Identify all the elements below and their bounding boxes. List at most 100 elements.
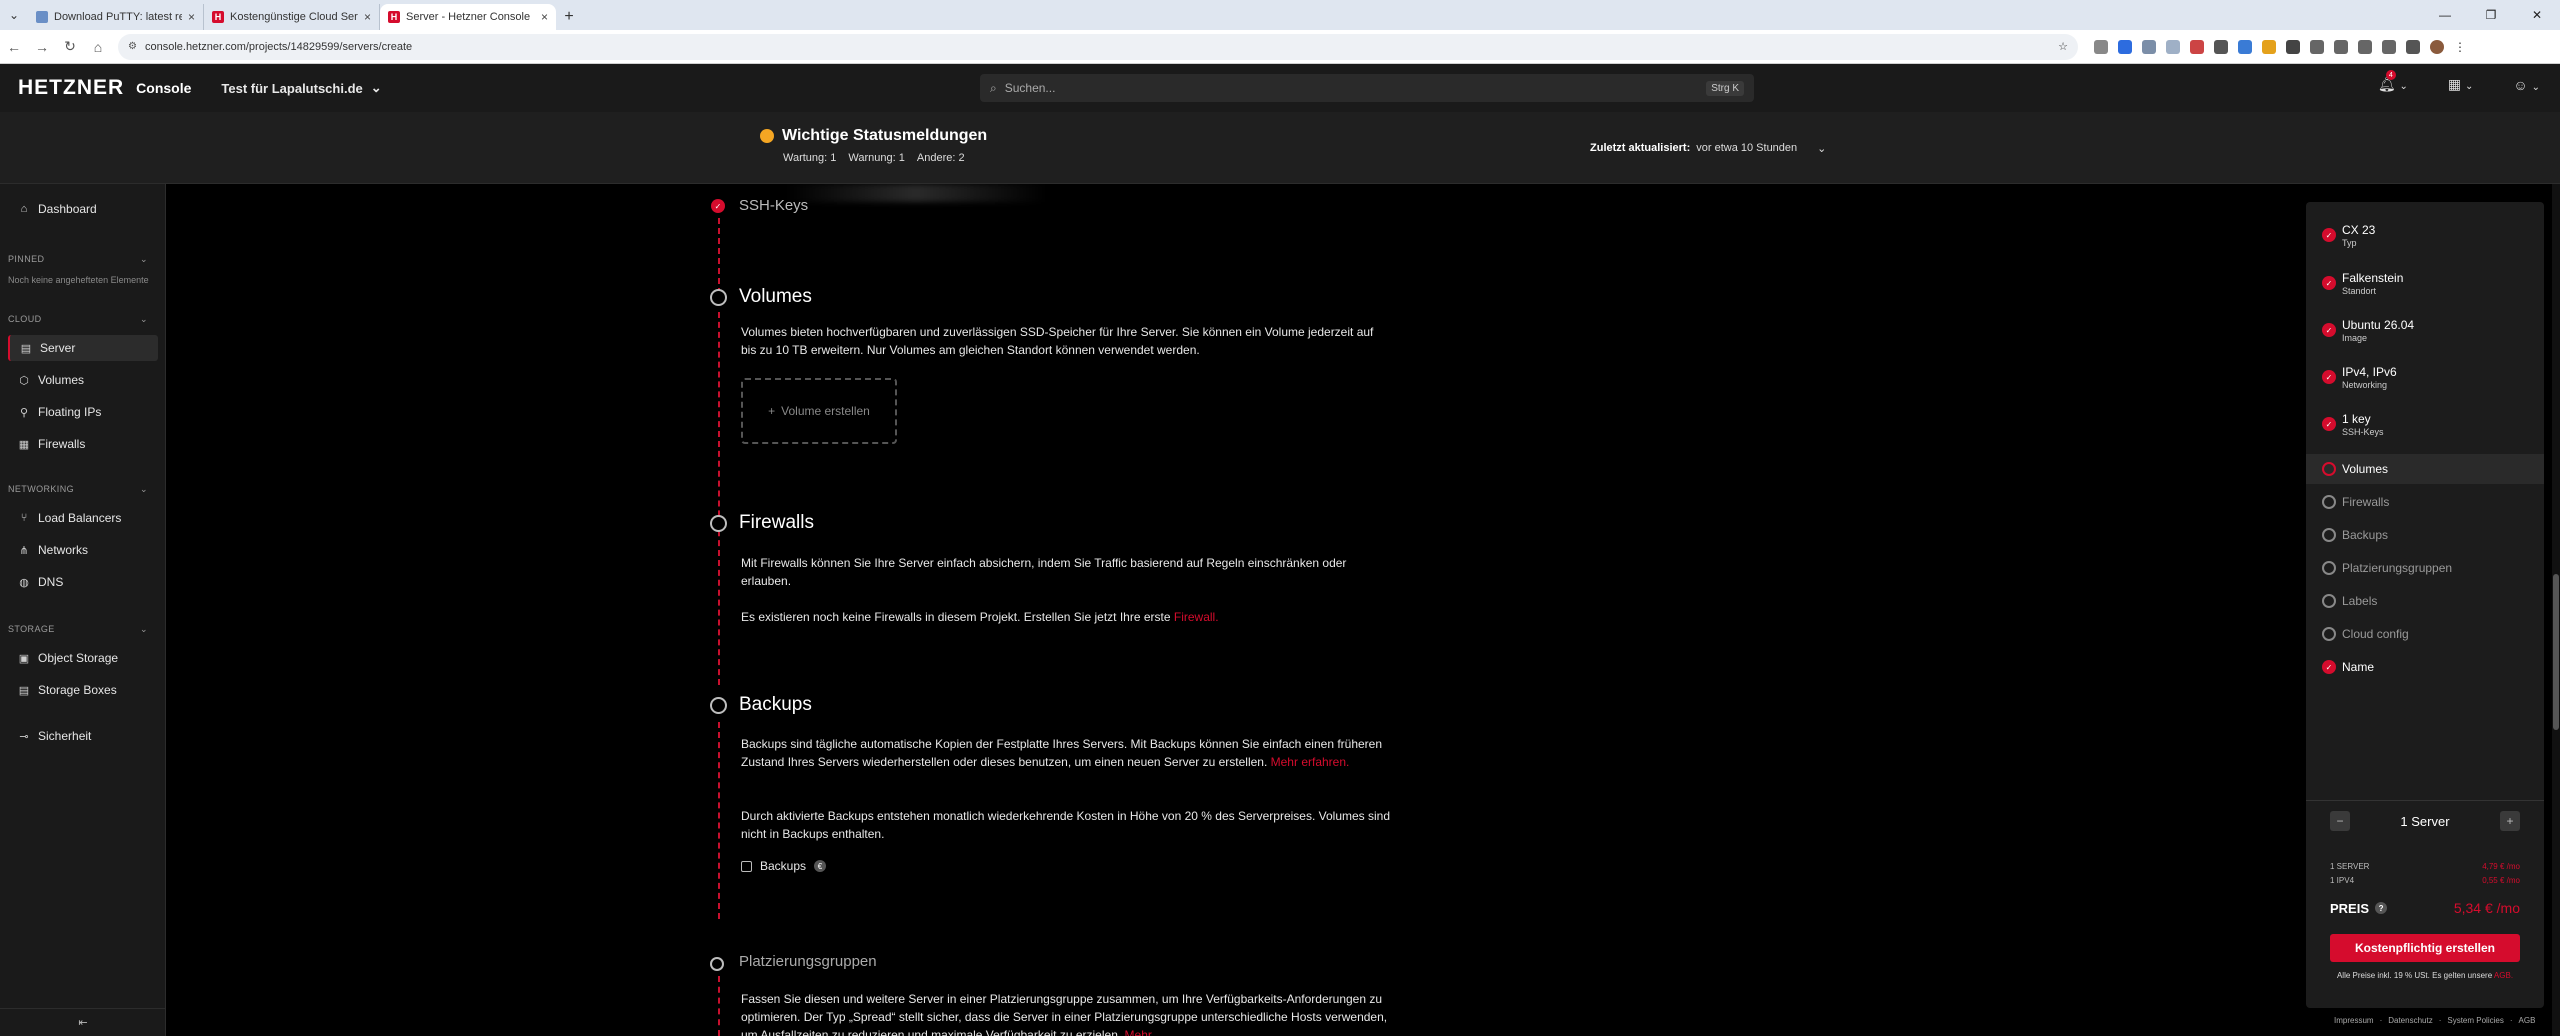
floating-ip-icon: ⚲ (19, 406, 29, 419)
info-icon[interactable]: € (814, 860, 827, 872)
summary-step-name[interactable]: ✓ Name (2306, 652, 2544, 682)
extension-icon[interactable] (2214, 39, 2228, 54)
footer-link-system-policies[interactable]: System Policies (2447, 1016, 2503, 1025)
check-icon: ✓ (2322, 417, 2336, 431)
backups-more-link[interactable]: Mehr erfahren. (1271, 755, 1350, 769)
sidebar-item-dashboard[interactable]: ⌂ Dashboard (8, 196, 158, 222)
summary-step-networking[interactable]: ✓ IPv4, IPv6 Networking (2306, 362, 2544, 392)
chevron-down-icon: ⌄ (370, 80, 382, 95)
summary-step-backups[interactable]: Backups (2306, 520, 2544, 550)
status-title[interactable]: Wichtige Statusmeldungen (782, 127, 987, 145)
extension-icon[interactable] (2142, 39, 2156, 54)
footer-link-impressum[interactable]: Impressum (2334, 1016, 2374, 1025)
sidebar-collapse-button[interactable]: ⇤ (0, 1008, 166, 1036)
footer-link-agb[interactable]: AGB (2519, 1016, 2536, 1025)
create-volume-button[interactable]: + Volume erstellen (741, 378, 897, 444)
sidebar-item-volumes[interactable]: ⬡ Volumes (8, 367, 158, 393)
close-icon[interactable]: × (188, 10, 195, 24)
decrease-button[interactable]: − (2330, 811, 2350, 831)
close-icon[interactable]: × (364, 10, 371, 24)
sidebar-section-storage[interactable]: STORAGE ⌄ (8, 624, 148, 635)
tab-search-icon[interactable]: ⌄ (0, 0, 28, 30)
backups-checkbox-row[interactable]: Backups € (741, 859, 827, 873)
summary-step-type[interactable]: ✓ CX 23 Typ (2306, 220, 2544, 250)
agb-link[interactable]: AGB. (2494, 971, 2513, 980)
increase-button[interactable]: + (2499, 811, 2520, 831)
status-warnung: Warnung: 1 (848, 152, 905, 164)
forward-icon[interactable]: → (28, 33, 56, 61)
bookmark-star-icon[interactable]: ☆ (2058, 40, 2068, 53)
reload-icon[interactable]: ↻ (56, 33, 84, 61)
info-icon[interactable]: ? (2375, 902, 2388, 914)
page-scrollbar[interactable] (2552, 184, 2560, 1036)
backups-description: Backups sind tägliche automatische Kopie… (741, 735, 1391, 771)
search-input[interactable]: ⌕ Suchen... Strg K (980, 74, 1754, 102)
summary-step-image[interactable]: ✓ Ubuntu 26.04 Image (2306, 315, 2544, 345)
extension-icon[interactable] (2190, 39, 2204, 54)
step-circle-icon (2322, 528, 2336, 542)
extension-icon[interactable] (2238, 39, 2252, 54)
extension-icon[interactable] (2334, 39, 2348, 54)
sidebar-item-object-storage[interactable]: ▣ Object Storage (8, 645, 158, 671)
project-selector[interactable]: Test für Lapalutschi.de ⌄ (221, 80, 381, 96)
window-close-icon[interactable]: ✕ (2514, 0, 2560, 30)
back-icon[interactable]: ← (0, 33, 28, 61)
close-icon[interactable]: × (541, 10, 548, 24)
summary-step-ssh-keys[interactable]: ✓ 1 key SSH-Keys (2306, 409, 2544, 439)
new-tab-button[interactable]: + (556, 4, 582, 30)
sidebar-item-load-balancers[interactable]: ⑂ Load Balancers (8, 505, 158, 531)
summary-step-location[interactable]: ✓ Falkenstein Standort (2306, 268, 2544, 298)
create-server-button[interactable]: Kostenpflichtig erstellen (2330, 934, 2520, 962)
sidebar-section-cloud[interactable]: CLOUD ⌄ (8, 314, 148, 325)
summary-step-firewalls[interactable]: Firewalls (2306, 487, 2544, 517)
summary-step-cloud-config[interactable]: Cloud config (2306, 619, 2544, 649)
placement-more-link[interactable]: Mehr (1125, 1028, 1152, 1036)
footer-link-datenschutz[interactable]: Datenschutz (2388, 1016, 2432, 1025)
sidebar-item-security[interactable]: ⊸ Sicherheit (8, 723, 158, 749)
section-label: PINNED (8, 254, 45, 264)
extension-icon[interactable] (2310, 39, 2324, 54)
sidebar-section-networking[interactable]: NETWORKING ⌄ (8, 484, 148, 495)
browser-tab[interactable]: Download PuTTY: latest release × (28, 4, 204, 30)
url-field[interactable]: ⚙ console.hetzner.com/projects/14829599/… (118, 33, 2078, 60)
hetzner-logo[interactable]: HETZNER (18, 76, 124, 100)
summary-step-labels[interactable]: Labels (2306, 586, 2544, 616)
extension-icon[interactable] (2262, 39, 2276, 54)
summary-step-volumes[interactable]: Volumes (2306, 454, 2544, 484)
step-connector (718, 312, 720, 685)
sidebar-item-firewalls[interactable]: ▦ Firewalls (8, 431, 158, 457)
user-menu-button[interactable]: ☺ ⌄ (2513, 77, 2540, 93)
browser-tab[interactable]: H Kostengünstige Cloud Server | H × (204, 4, 380, 30)
extension-icon[interactable] (2166, 39, 2180, 54)
sidebar-item-floating-ips[interactable]: ⚲ Floating IPs (8, 399, 158, 425)
firewall-icon: ▦ (18, 438, 30, 451)
minimize-icon[interactable]: — (2422, 0, 2468, 30)
scrollbar-thumb[interactable] (2553, 574, 2559, 730)
maximize-icon[interactable]: ❐ (2468, 0, 2514, 30)
tab-title: Server - Hetzner Console (406, 11, 531, 23)
browser-tab-active[interactable]: H Server - Hetzner Console × (380, 4, 556, 30)
sidebar-section-pinned[interactable]: PINNED ⌄ (8, 254, 148, 265)
status-updated[interactable]: Zuletzt aktualisiert: vor etwa 10 Stunde… (1590, 142, 1826, 155)
step-title-volumes: Volumes (739, 286, 812, 307)
extension-icon[interactable] (2406, 39, 2420, 54)
backups-checkbox[interactable] (741, 860, 752, 872)
sidebar-item-dns[interactable]: ◍ DNS (8, 569, 158, 595)
extension-icon[interactable] (2382, 39, 2396, 54)
profile-avatar[interactable] (2430, 39, 2444, 54)
home-icon[interactable]: ⌂ (84, 33, 112, 61)
browser-menu-icon[interactable]: ⋮ (2454, 40, 2466, 54)
summary-step-placement[interactable]: Platzierungsgruppen (2306, 553, 2544, 583)
sidebar-item-storage-boxes[interactable]: ▤ Storage Boxes (8, 677, 158, 703)
extension-icon[interactable] (2118, 39, 2132, 54)
site-info-icon[interactable]: ⚙ (128, 41, 137, 52)
sidebar-item-server[interactable]: ▤ Server (8, 335, 158, 361)
notifications-button[interactable]: 🔔︎ 4 ⌄ (2378, 70, 2408, 93)
extension-icon[interactable] (2358, 39, 2372, 54)
sidebar-item-networks[interactable]: ⋔ Networks (8, 537, 158, 563)
extension-icon[interactable] (2094, 39, 2108, 54)
create-firewall-link[interactable]: Firewall. (1174, 610, 1219, 624)
object-storage-icon: ▣ (18, 652, 30, 665)
apps-grid-button[interactable]: ▦ ⌄ (2448, 76, 2474, 93)
extensions-puzzle-icon[interactable] (2286, 39, 2300, 54)
